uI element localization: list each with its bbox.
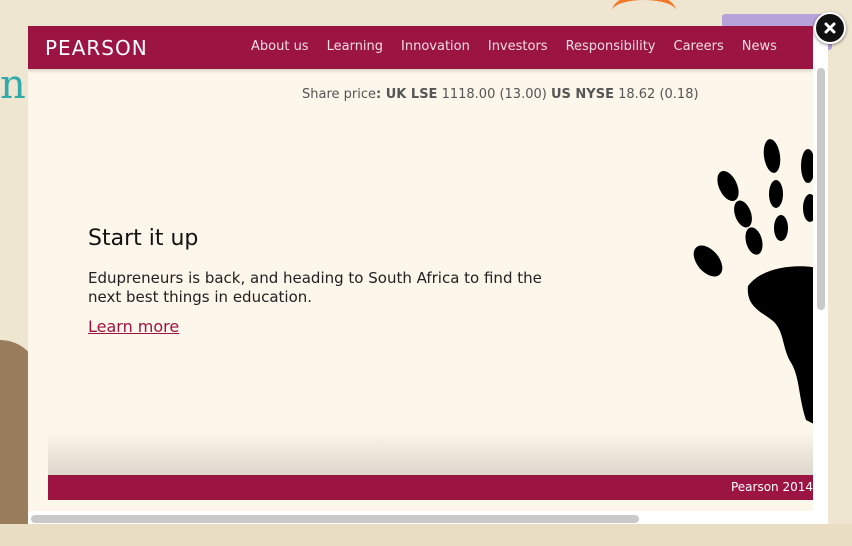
footer-copyright: Pearson 2014 bbox=[730, 480, 813, 494]
pearson-logo[interactable]: PEARSON bbox=[45, 36, 148, 60]
nav-responsibility[interactable]: Responsibility bbox=[566, 39, 656, 54]
content-fade bbox=[48, 431, 813, 475]
nav-about-us[interactable]: About us bbox=[251, 39, 309, 54]
embedded-page: PEARSON About us Learning Innovation Inv… bbox=[28, 26, 813, 511]
nav-investors[interactable]: Investors bbox=[488, 39, 548, 54]
horizontal-scrollbar-thumb[interactable] bbox=[31, 515, 639, 523]
close-button[interactable] bbox=[814, 12, 846, 44]
uk-share-value: 1118.00 (13.00) bbox=[441, 87, 547, 102]
handprint-africa-graphic bbox=[693, 139, 813, 424]
us-share-value: 18.62 (0.18) bbox=[618, 87, 699, 102]
nav-careers[interactable]: Careers bbox=[674, 39, 724, 54]
hero-title: Start it up bbox=[88, 226, 199, 251]
scribble-decoration: n bbox=[0, 62, 26, 108]
footer-bar: Pearson 2014 bbox=[48, 475, 813, 500]
share-price-bar: Share price: UK LSE 1118.00 (13.00) US N… bbox=[302, 87, 699, 102]
nav-learning[interactable]: Learning bbox=[327, 39, 383, 54]
share-price-label: Share price bbox=[302, 87, 377, 102]
hero-description: Edupreneurs is back, and heading to Sout… bbox=[88, 269, 542, 306]
nav-innovation[interactable]: Innovation bbox=[401, 39, 470, 54]
us-exchange-label: US NYSE bbox=[550, 87, 614, 102]
learn-more-link[interactable]: Learn more bbox=[88, 317, 179, 336]
orange-arrow-decoration bbox=[612, 0, 676, 28]
vertical-scrollbar-thumb[interactable] bbox=[817, 68, 825, 310]
bottom-strip bbox=[0, 524, 852, 546]
uk-exchange-label: UK LSE bbox=[385, 87, 438, 102]
close-icon bbox=[824, 22, 836, 34]
nav-menu: About us Learning Innovation Investors R… bbox=[251, 39, 795, 54]
nav-news[interactable]: News bbox=[742, 39, 777, 54]
modal-window: PEARSON About us Learning Innovation Inv… bbox=[28, 26, 828, 524]
top-navigation: PEARSON About us Learning Innovation Inv… bbox=[28, 26, 813, 69]
